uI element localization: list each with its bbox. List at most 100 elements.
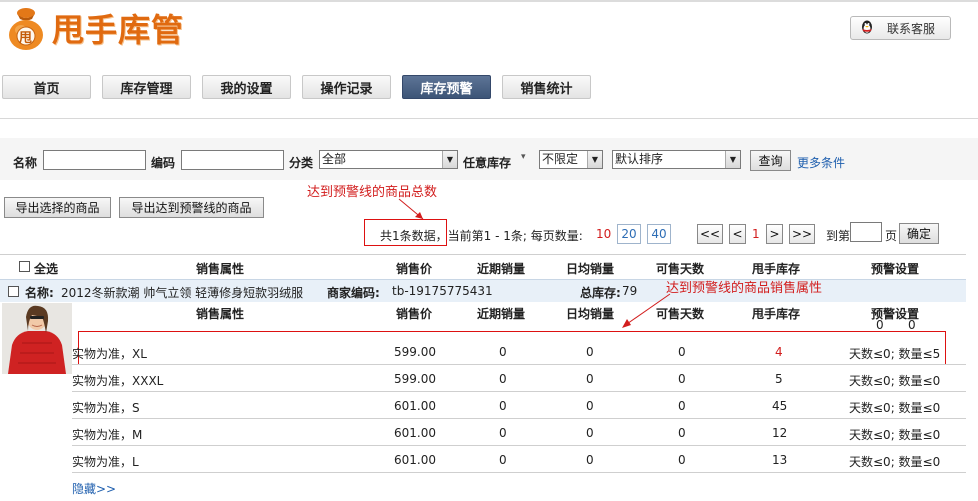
query-button[interactable]: 查询	[750, 150, 791, 171]
col-daily-sales: 日均销量	[566, 262, 615, 276]
product-checkbox[interactable]	[8, 286, 19, 297]
row-stock: 5	[775, 372, 783, 386]
row-price: 599.00	[394, 345, 436, 359]
stock-label: 任意库存	[463, 156, 512, 170]
attr-annotation: 达到预警线的商品销售属性	[666, 281, 823, 296]
row-price: 601.00	[394, 453, 436, 467]
pager-summary: 共1条数据，当前第1 - 1条; 每页数量:	[380, 229, 583, 243]
product-thumbnail[interactable]	[2, 303, 72, 374]
stock-select[interactable]: 不限定 ▼	[539, 150, 603, 169]
hide-link[interactable]: 隐藏>>	[72, 480, 116, 497]
penguin-icon	[859, 19, 875, 38]
export-selected-button[interactable]: 导出选择的商品	[4, 197, 111, 218]
next-page-button[interactable]: >	[766, 224, 783, 244]
sub-col-price: 销售价	[396, 307, 433, 321]
tab-stock-warning[interactable]: 库存预警	[402, 75, 491, 99]
row-stock: 13	[772, 453, 788, 467]
goto-label: 到第	[826, 229, 851, 243]
row-recent-sales: 0	[499, 345, 507, 359]
table-top-line	[0, 254, 966, 255]
row-warning[interactable]: 天数≤0; 数量≤5	[849, 345, 940, 362]
col-days-left: 可售天数	[656, 262, 705, 276]
page-size-40[interactable]: 40	[647, 224, 671, 244]
prev-page-button[interactable]: <	[729, 224, 746, 244]
row-attr: 实物为准，L	[72, 455, 139, 469]
row-recent-sales: 0	[499, 426, 507, 440]
col-sales-attr: 销售属性	[196, 262, 245, 276]
row-stock: 12	[772, 426, 788, 440]
row-daily-sales: 0	[586, 345, 594, 359]
product-name-label: 名称:	[25, 286, 54, 300]
chevron-down-icon: ▼	[442, 151, 457, 168]
code-input[interactable]	[181, 150, 284, 170]
row-divider	[72, 391, 966, 392]
row-recent-sales: 0	[499, 399, 507, 413]
row-attr: 实物为准，XL	[72, 347, 147, 361]
product-code: tb-19175775431	[392, 284, 493, 298]
row-days-left: 0	[678, 426, 686, 440]
row-recent-sales: 0	[499, 372, 507, 386]
goto-confirm-button[interactable]: 确定	[899, 223, 939, 244]
stock-value: 不限定	[542, 152, 579, 166]
select-all-checkbox[interactable]	[19, 261, 30, 272]
warn-default-qty: 0	[908, 318, 916, 332]
name-input[interactable]	[43, 150, 146, 170]
row-attr: 实物为准，S	[72, 401, 140, 415]
warn-default-days: 0	[876, 318, 884, 332]
row-warning[interactable]: 天数≤0; 数量≤0	[849, 399, 940, 416]
col-price: 销售价	[396, 262, 433, 276]
category-label: 分类	[289, 156, 314, 170]
row-days-left: 0	[678, 345, 686, 359]
row-divider	[72, 418, 966, 419]
last-page-button[interactable]: >>	[789, 224, 815, 244]
category-value: 全部	[322, 152, 347, 166]
contact-support-button[interactable]: 联系客服	[850, 16, 951, 40]
chevron-down-icon: ▼	[587, 151, 602, 168]
page-size-20[interactable]: 20	[617, 224, 641, 244]
row-warning[interactable]: 天数≤0; 数量≤0	[849, 372, 940, 389]
sort-value: 默认排序	[615, 152, 664, 166]
current-page: 1	[752, 227, 760, 241]
row-divider	[72, 364, 966, 365]
warning-row-highlight	[78, 331, 946, 365]
row-daily-sales: 0	[586, 426, 594, 440]
col-stock: 甩手库存	[752, 262, 801, 276]
row-stock: 4	[775, 345, 783, 359]
page-size-current[interactable]: 10	[596, 227, 611, 241]
row-days-left: 0	[678, 372, 686, 386]
select-all-label: 全选	[34, 262, 59, 276]
category-select[interactable]: 全部 ▼	[319, 150, 458, 169]
row-daily-sales: 0	[586, 372, 594, 386]
sub-col-days-left: 可售天数	[656, 307, 705, 321]
more-conditions-link[interactable]: 更多条件	[797, 154, 845, 171]
tab-home[interactable]: 首页	[2, 75, 91, 99]
goto-page-input[interactable]	[850, 222, 882, 242]
tab-settings[interactable]: 我的设置	[202, 75, 291, 99]
row-price: 601.00	[394, 399, 436, 413]
product-stock-label: 总库存:	[580, 286, 621, 300]
row-divider	[72, 472, 966, 473]
nav-divider	[0, 118, 978, 119]
stock-dropdown-icon[interactable]: ▾	[521, 152, 526, 162]
tab-operation-log[interactable]: 操作记录	[302, 75, 391, 99]
row-warning[interactable]: 天数≤0; 数量≤0	[849, 426, 940, 443]
sub-col-sales-attr: 销售属性	[196, 307, 245, 321]
col-warning: 预警设置	[871, 262, 920, 276]
logo-glyph: 甩	[19, 31, 33, 46]
code-label: 编码	[151, 156, 176, 170]
contact-support-label: 联系客服	[887, 21, 936, 36]
row-warning[interactable]: 天数≤0; 数量≤0	[849, 453, 940, 470]
tab-inventory[interactable]: 库存管理	[102, 75, 191, 99]
page-suffix: 页	[885, 229, 898, 243]
app-logo: 甩 甩手库管	[6, 4, 184, 52]
row-days-left: 0	[678, 399, 686, 413]
sort-select[interactable]: 默认排序 ▼	[612, 150, 741, 169]
first-page-button[interactable]: <<	[697, 224, 723, 244]
row-daily-sales: 0	[586, 399, 594, 413]
row-price: 599.00	[394, 372, 436, 386]
row-divider	[72, 445, 966, 446]
product-code-label: 商家编码:	[327, 286, 380, 300]
tab-sales-stats[interactable]: 销售统计	[502, 75, 591, 99]
export-warning-button[interactable]: 导出达到预警线的商品	[119, 197, 264, 218]
row-recent-sales: 0	[499, 453, 507, 467]
